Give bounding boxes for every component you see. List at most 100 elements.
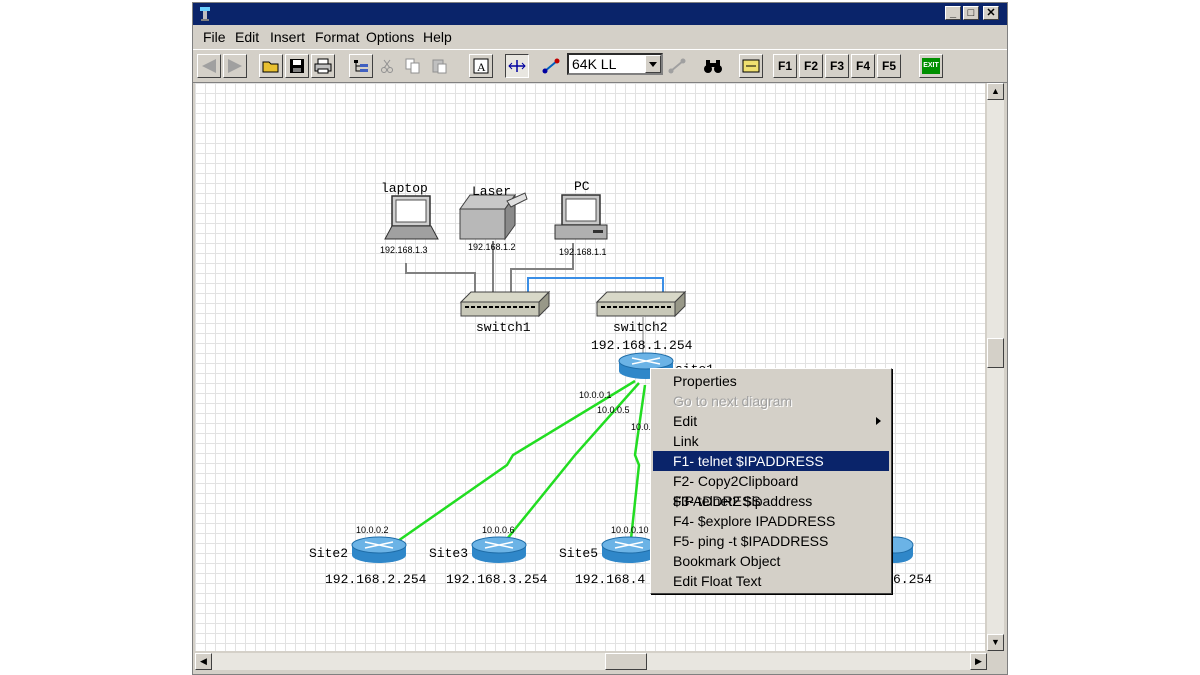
menu-item-properties[interactable]: Properties xyxy=(653,371,889,391)
text-tool-button[interactable]: A xyxy=(469,54,493,78)
printer-icon xyxy=(314,58,332,74)
menu-item-label: Link xyxy=(673,433,699,449)
arrow-right-icon xyxy=(228,59,242,73)
menu-options[interactable]: Options xyxy=(366,29,414,45)
site6-ip: 6.254 xyxy=(893,572,933,587)
scroll-left-button[interactable]: ◀ xyxy=(195,653,212,670)
close-button[interactable]: ✕ xyxy=(983,6,999,20)
f1-label: F1 xyxy=(777,59,792,73)
menu-item-label: Go to next diagram xyxy=(673,393,793,409)
vertical-scroll-thumb[interactable] xyxy=(987,338,1004,368)
horizontal-scroll-thumb[interactable] xyxy=(605,653,647,670)
svg-text:A: A xyxy=(477,60,486,74)
menu-item-f3-telnet2[interactable]: F3- telnet2 $ipaddress xyxy=(653,491,889,511)
f2-label: F2 xyxy=(803,59,818,73)
scroll-right-button[interactable]: ▶ xyxy=(970,653,987,670)
menu-item-label: F3- telnet2 $ipaddress xyxy=(673,493,813,509)
link-style-button[interactable] xyxy=(665,54,689,78)
menu-item-f5-ping[interactable]: F5- ping -t $IPADDRESS xyxy=(653,531,889,551)
exit-icon: EXIT xyxy=(922,58,940,74)
find-button[interactable] xyxy=(701,54,725,78)
menu-item-next-diagram: Go to next diagram xyxy=(653,391,889,411)
folder-open-icon xyxy=(262,61,279,73)
tree-view-button[interactable] xyxy=(349,54,373,78)
f4-label: F4 xyxy=(855,59,870,73)
scroll-up-button[interactable]: ▲ xyxy=(987,83,1004,100)
exit-button[interactable]: EXIT xyxy=(919,54,943,78)
site1-link-ip-a: 10.0.0.1 xyxy=(579,390,612,400)
router-site5-icon[interactable] xyxy=(601,536,657,563)
horizontal-scrollbar[interactable]: ◀ ▶ xyxy=(195,653,987,670)
link-site1-site5[interactable] xyxy=(629,384,647,540)
connect-tool-button[interactable] xyxy=(505,54,529,78)
note-button[interactable] xyxy=(739,54,763,78)
copy-button[interactable] xyxy=(401,54,425,78)
menu-item-edit-float-text[interactable]: Edit Float Text xyxy=(653,571,889,591)
menu-item-label: F5- ping -t $IPADDRESS xyxy=(673,533,829,549)
menu-insert[interactable]: Insert xyxy=(270,29,305,45)
save-button[interactable] xyxy=(285,54,309,78)
floppy-disk-icon xyxy=(290,59,304,73)
scroll-down-button[interactable]: ▼ xyxy=(987,634,1004,651)
menu-edit[interactable]: Edit xyxy=(235,29,259,45)
title-bar[interactable]: _ □ ✕ xyxy=(193,3,1007,25)
link-disabled-icon xyxy=(668,58,686,74)
laptop-icon[interactable] xyxy=(384,195,439,240)
menu-format[interactable]: Format xyxy=(315,29,359,45)
switch1-icon[interactable] xyxy=(459,290,551,318)
desktop-pc-icon[interactable] xyxy=(554,194,608,240)
site2-link-ip: 10.0.0.2 xyxy=(356,525,389,535)
menu-item-f4-explore[interactable]: F4- $explore IPADDRESS xyxy=(653,511,889,531)
switch2-icon[interactable] xyxy=(595,290,687,318)
minimize-button[interactable]: _ xyxy=(945,6,961,20)
chevron-down-icon[interactable] xyxy=(645,55,661,73)
printer-icon[interactable] xyxy=(459,192,528,241)
menu-item-label: F1- telnet $IPADDRESS xyxy=(673,453,824,469)
link-type-button[interactable] xyxy=(539,54,563,78)
pc-label: PC xyxy=(574,179,590,194)
link-icon xyxy=(542,58,560,74)
site5-link-ip: 10.0.0.10 xyxy=(611,525,649,535)
crosshair-connect-icon xyxy=(508,60,526,72)
print-button[interactable] xyxy=(311,54,335,78)
f4-button[interactable]: F4 xyxy=(851,54,875,78)
link-speed-select[interactable]: 64K LL xyxy=(567,53,663,75)
scissors-icon xyxy=(381,59,393,73)
maximize-button[interactable]: □ xyxy=(963,6,979,20)
menu-bar: File Edit Insert Format Options Help xyxy=(193,26,1007,48)
menu-item-label: Edit Float Text xyxy=(673,573,762,589)
menu-item-link[interactable]: Link xyxy=(653,431,889,451)
menu-item-label: Edit xyxy=(673,413,698,429)
switch1-label: switch1 xyxy=(476,320,531,335)
site2-ip: 192.168.2.254 xyxy=(325,572,427,587)
text-icon: A xyxy=(473,58,489,74)
laser-label: Laser xyxy=(472,184,512,199)
paste-button[interactable] xyxy=(427,54,451,78)
menu-item-f1-telnet[interactable]: F1- telnet $IPADDRESS xyxy=(653,451,889,471)
copy-icon xyxy=(405,58,420,74)
cut-button[interactable] xyxy=(375,54,399,78)
router-site2-icon[interactable] xyxy=(351,536,407,563)
forward-button[interactable] xyxy=(223,54,247,78)
switch2-label: switch2 xyxy=(613,320,668,335)
f3-button[interactable]: F3 xyxy=(825,54,849,78)
vertical-scrollbar[interactable]: ▲ ▼ xyxy=(987,83,1004,651)
menu-item-label: Bookmark Object xyxy=(673,553,781,569)
site1-link-ip-c: 10.0. xyxy=(631,422,652,432)
app-icon xyxy=(200,7,210,21)
open-button[interactable] xyxy=(259,54,283,78)
laptop-ip: 192.168.1.3 xyxy=(380,245,428,255)
site3-ip: 192.168.3.254 xyxy=(446,572,548,587)
submenu-arrow-icon xyxy=(876,417,881,425)
menu-item-edit[interactable]: Edit xyxy=(653,411,889,431)
f1-button[interactable]: F1 xyxy=(773,54,797,78)
menu-item-f2-copy[interactable]: F2- Copy2Clipboard $IPADDRESS xyxy=(653,471,889,509)
back-button[interactable] xyxy=(197,54,221,78)
f2-button[interactable]: F2 xyxy=(799,54,823,78)
f5-button[interactable]: F5 xyxy=(877,54,901,78)
menu-item-bookmark[interactable]: Bookmark Object xyxy=(653,551,889,571)
site1-link-ip-b: 10.0.0.5 xyxy=(597,405,630,415)
router-site3-icon[interactable] xyxy=(471,536,527,563)
menu-file[interactable]: File xyxy=(203,29,226,45)
menu-help[interactable]: Help xyxy=(423,29,452,45)
